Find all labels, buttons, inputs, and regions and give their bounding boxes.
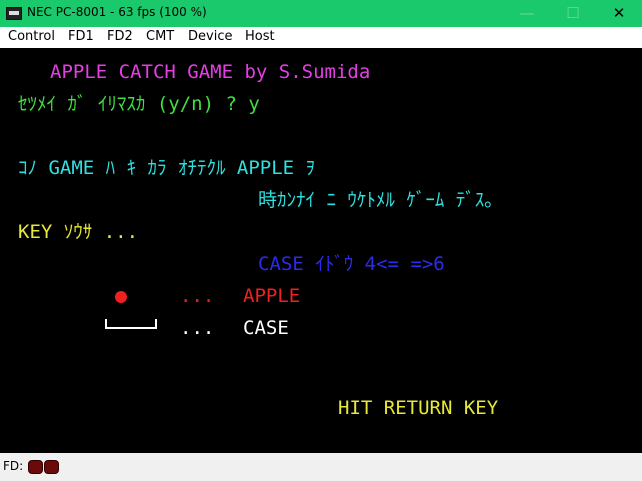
description-line-2: 時ｶﾝﾅｲ ﾆ ｳｹﾄﾒﾙ ｹﾞｰﾑ ﾃﾞｽ｡	[258, 189, 494, 211]
case-move-instruction: CASE ｲﾄﾞｳ 4<= =>6	[258, 253, 445, 275]
menu-host[interactable]: Host	[245, 29, 275, 44]
close-button[interactable]: ✕	[596, 0, 642, 27]
minimize-button[interactable]: —	[504, 0, 550, 27]
maximize-button[interactable]: ☐	[550, 0, 596, 27]
fd-status-label: FD:	[3, 459, 24, 473]
title-bar: NEC PC-8001 - 63 fps (100 %) — ☐ ✕	[0, 0, 642, 27]
apple-legend-dots: ...	[180, 285, 215, 307]
menu-control[interactable]: Control	[8, 29, 55, 44]
hit-return-prompt: HIT RETURN KEY	[338, 397, 499, 419]
description-line-1: ｺﾉ GAME ﾊ ｷ ｶﾗ ｵﾁﾃｸﾙ APPLE ｦ	[18, 157, 316, 179]
fd2-led-icon[interactable]	[44, 460, 59, 474]
case-icon	[105, 319, 157, 329]
case-legend-dots: ...	[180, 317, 215, 339]
menu-bar: Control FD1 FD2 CMT Device Host	[0, 27, 642, 48]
apple-legend-label: APPLE	[243, 285, 301, 307]
menu-cmt[interactable]: CMT	[146, 29, 174, 44]
emulator-screen[interactable]: APPLE CATCH GAME by S.Sumida ｾﾂﾒｲ ｶﾞ ｲﾘﾏ…	[0, 48, 642, 453]
menu-fd2[interactable]: FD2	[107, 29, 133, 44]
menu-device[interactable]: Device	[188, 29, 232, 44]
case-legend-label: CASE	[243, 317, 289, 339]
instructions-prompt: ｾﾂﾒｲ ｶﾞ ｲﾘﾏｽｶ (y/n) ? y	[18, 93, 260, 115]
window-title: NEC PC-8001 - 63 fps (100 %)	[27, 5, 207, 19]
status-bar: FD:	[0, 453, 642, 481]
fd1-led-icon[interactable]	[28, 460, 43, 474]
menu-fd1[interactable]: FD1	[68, 29, 94, 44]
app-icon	[6, 7, 22, 20]
key-controls-header: KEY ｿｳｻ ...	[18, 221, 139, 243]
apple-icon	[115, 291, 127, 303]
game-title: APPLE CATCH GAME by S.Sumida	[50, 61, 371, 83]
